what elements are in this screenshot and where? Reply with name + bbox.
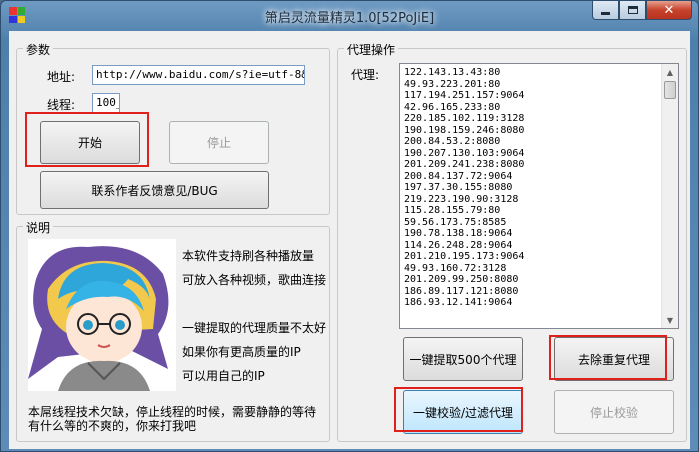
proxy-group: 代理操作 代理: 122.143.13.43:80 49.93.223.201:8… bbox=[337, 41, 687, 442]
warning-note: 本屌线程技术欠缺，停止线程的时候，需要静静的等待有什么等的不爽的，你来打我吧 bbox=[28, 405, 317, 433]
params-group: 参数 地址: http://www.baidu.com/s?ie=utf-8&f… bbox=[16, 41, 330, 215]
description-line bbox=[182, 292, 326, 316]
address-input[interactable]: http://www.baidu.com/s?ie=utf-8&f= bbox=[92, 65, 305, 85]
stop-button[interactable]: 停止 bbox=[169, 121, 269, 164]
proxy-list-label: 代理: bbox=[351, 68, 380, 82]
minimize-icon bbox=[601, 11, 610, 15]
params-group-label: 参数 bbox=[23, 41, 54, 58]
title-bar[interactable]: 箫启灵流量精灵1.0[52PoJiE] ✕ bbox=[1, 1, 698, 31]
scroll-thumb[interactable] bbox=[664, 81, 676, 99]
description-line: 可放入各种视频，歌曲连接 bbox=[182, 273, 327, 287]
proxy-list-item[interactable]: 200.84.53.2:8080 bbox=[404, 136, 524, 148]
start-button[interactable]: 开始 bbox=[40, 121, 140, 164]
proxy-list-item[interactable]: 49.93.160.72:3128 bbox=[404, 263, 524, 275]
address-label: 地址: bbox=[47, 70, 76, 84]
proxy-list-item[interactable]: 186.89.117.121:8080 bbox=[404, 286, 524, 298]
proxy-list-scrollbar[interactable]: ▲ ▼ bbox=[661, 64, 678, 328]
scroll-down-icon[interactable]: ▼ bbox=[662, 312, 678, 328]
threads-label: 线程: bbox=[47, 98, 76, 112]
app-window: 箫启灵流量精灵1.0[52PoJiE] ✕ 参数 地址: http://www.… bbox=[0, 0, 699, 452]
proxy-list-items: 122.143.13.43:80 49.93.223.201:80 117.194.… bbox=[404, 67, 524, 309]
description-line: 如果你有更高质量的IP bbox=[182, 345, 301, 359]
proxy-list[interactable]: 122.143.13.43:80 49.93.223.201:80 117.194.… bbox=[399, 63, 679, 329]
dedupe-proxies-button[interactable]: 去除重复代理 bbox=[554, 337, 674, 381]
extract-proxies-button[interactable]: 一键提取500个代理 bbox=[403, 337, 523, 381]
threads-input[interactable]: 100_ bbox=[92, 93, 120, 113]
close-button[interactable]: ✕ bbox=[646, 1, 692, 20]
proxy-list-item[interactable]: 115.28.155.79:80 bbox=[404, 205, 524, 217]
proxy-list-item[interactable]: 190.207.130.103:9064 bbox=[404, 148, 524, 160]
client-area: 参数 地址: http://www.baidu.com/s?ie=utf-8&f… bbox=[9, 31, 690, 449]
proxy-list-item[interactable]: 220.185.102.119:3128 bbox=[404, 113, 524, 125]
maximize-button[interactable] bbox=[619, 1, 646, 20]
description-text: 本软件支持刷各种播放量 可放入各种视频，歌曲连接 一键提取的代理质量不太好 如果… bbox=[182, 244, 326, 388]
proxy-list-item[interactable]: 201.209.241.238:8080 bbox=[404, 159, 524, 171]
proxy-group-label: 代理操作 bbox=[344, 41, 399, 58]
proxy-list-item[interactable]: 219.223.190.90:3128 bbox=[404, 194, 524, 206]
proxy-list-item[interactable]: 42.96.165.233:80 bbox=[404, 102, 524, 114]
proxy-list-item[interactable]: 201.209.99.250:8080 bbox=[404, 274, 524, 286]
proxy-list-item[interactable]: 201.210.195.173:9064 bbox=[404, 251, 524, 263]
minimize-button[interactable] bbox=[592, 1, 619, 20]
close-icon: ✕ bbox=[663, 2, 675, 18]
proxy-list-item[interactable]: 190.198.159.246:8080 bbox=[404, 125, 524, 137]
verify-proxies-button[interactable]: 一键校验/过滤代理 bbox=[403, 390, 523, 434]
stop-verify-button[interactable]: 停止校验 bbox=[554, 390, 674, 434]
description-group-label: 说明 bbox=[23, 219, 54, 236]
description-line: 可以用自己的IP bbox=[182, 369, 265, 383]
description-line: 本软件支持刷各种播放量 bbox=[182, 249, 315, 263]
proxy-list-item[interactable]: 117.194.251.157:9064 bbox=[404, 90, 524, 102]
scroll-up-icon[interactable]: ▲ bbox=[662, 64, 678, 80]
window-controls: ✕ bbox=[592, 1, 692, 21]
anime-avatar-image bbox=[28, 239, 176, 391]
proxy-list-item[interactable]: 122.143.13.43:80 bbox=[404, 67, 524, 79]
feedback-button[interactable]: 联系作者反馈意见/BUG bbox=[40, 171, 269, 209]
proxy-list-item[interactable]: 200.84.137.72:9064 bbox=[404, 171, 524, 183]
proxy-list-item[interactable]: 59.56.173.75:8585 bbox=[404, 217, 524, 229]
proxy-list-item[interactable]: 190.78.138.18:9064 bbox=[404, 228, 524, 240]
maximize-icon bbox=[627, 6, 638, 14]
proxy-list-item[interactable]: 186.93.12.141:9064 bbox=[404, 297, 524, 309]
proxy-list-item[interactable]: 197.37.30.155:8080 bbox=[404, 182, 524, 194]
description-group: 说明 本软件支持刷各种播放量 可放入各种视频，歌曲连接 一键提取的代理质量不太好… bbox=[16, 219, 330, 442]
proxy-list-item[interactable]: 49.93.223.201:80 bbox=[404, 79, 524, 91]
description-line: 一键提取的代理质量不太好 bbox=[182, 321, 327, 335]
proxy-list-item[interactable]: 114.26.248.28:9064 bbox=[404, 240, 524, 252]
